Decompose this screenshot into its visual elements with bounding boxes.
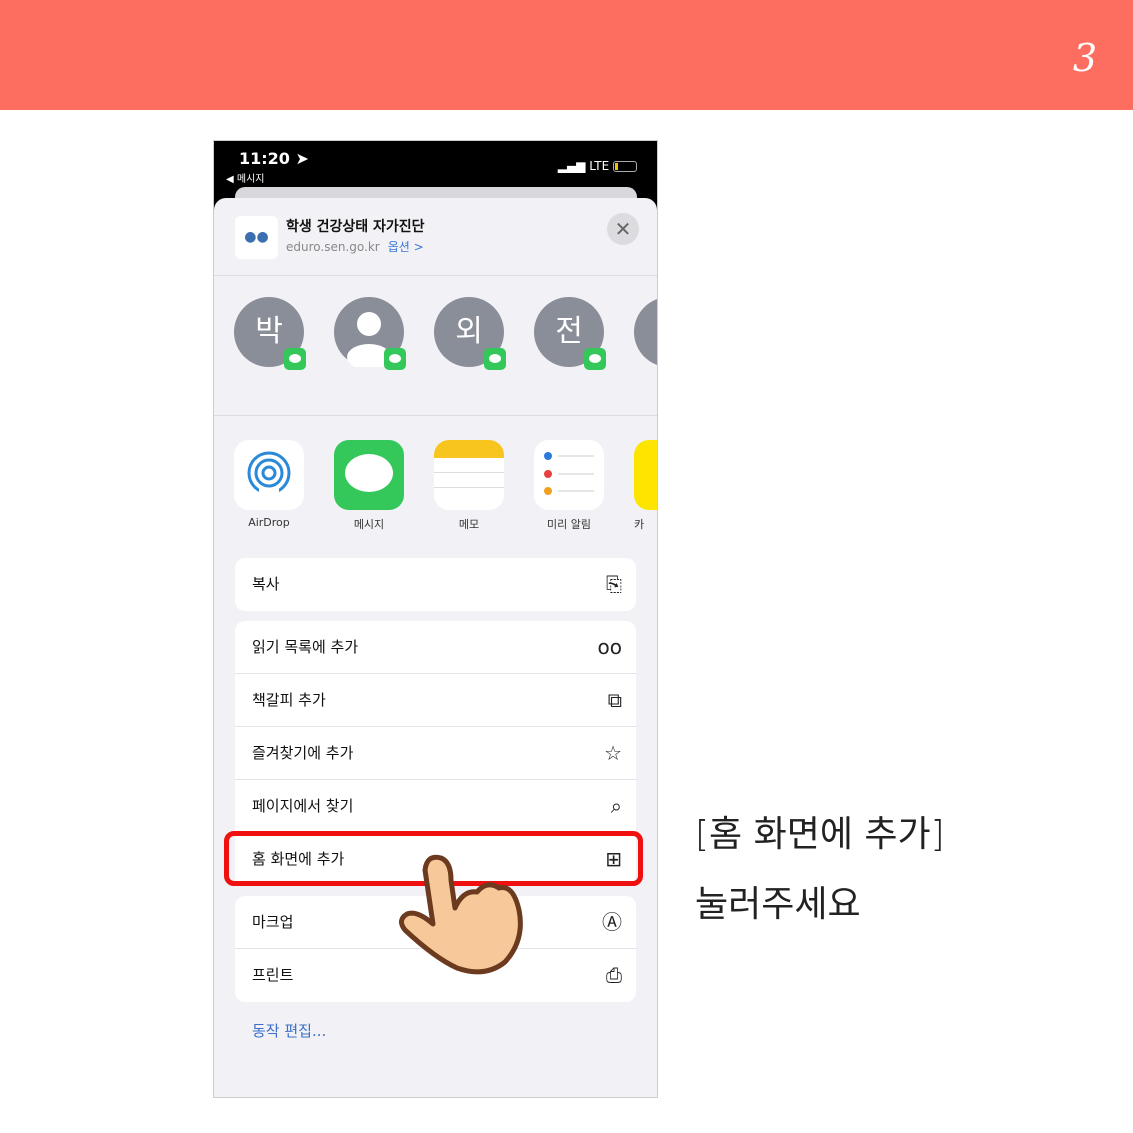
action-add-favorites[interactable]: 즐겨찾기에 추가 ☆ (235, 727, 636, 780)
notes-icon (434, 440, 504, 510)
book-icon: ⧉ (607, 688, 622, 712)
copy-icon: ⎘ (606, 572, 622, 596)
share-url: eduro.sen.go.kr 옵션 > (286, 240, 424, 254)
action-add-bookmark[interactable]: 책갈피 추가 ⧉ (235, 674, 636, 727)
contact-avatar[interactable]: 전 (534, 297, 606, 370)
contact-avatar[interactable]: 외 (434, 297, 506, 370)
messages-badge-icon (584, 348, 606, 370)
messages-badge-icon (484, 348, 506, 370)
messages-badge-icon (384, 348, 406, 370)
network-status: ▂▄▆ LTE (558, 159, 637, 173)
edit-actions-link[interactable]: 동작 편집... (252, 1020, 326, 1041)
site-favicon: ●● (235, 216, 278, 259)
glasses-icon: oo (597, 635, 622, 659)
contact-avatar[interactable]: 박 (234, 297, 306, 370)
action-group: 복사 ⎘ (235, 558, 636, 611)
markup-icon: Ⓐ (602, 910, 622, 934)
app-airdrop[interactable]: AirDrop (234, 440, 304, 529)
back-to-messages[interactable]: ◀ 메시지 (226, 170, 264, 185)
action-find-on-page[interactable]: 페이지에서 찾기 ⌕ (235, 780, 636, 833)
action-copy[interactable]: 복사 ⎘ (235, 558, 636, 611)
instruction-line-1: [홈 화면에 추가] (695, 814, 945, 855)
search-icon: ⌕ (610, 794, 622, 818)
contacts-row: 박 외 전 (214, 276, 657, 416)
close-button[interactable]: ✕ (607, 213, 639, 245)
share-header: ●● 학생 건강상태 자가진단 eduro.sen.go.kr 옵션 > ✕ (214, 198, 657, 276)
options-link[interactable]: 옵션 > (388, 240, 424, 254)
app-notes[interactable]: 메모 (434, 440, 504, 532)
contact-avatar[interactable] (334, 297, 406, 370)
reminders-icon (534, 440, 604, 510)
messages-icon (334, 440, 404, 510)
share-title: 학생 건강상태 자가진단 (286, 219, 425, 235)
header-band: 3 (0, 0, 1133, 110)
printer-icon: ⎙ (606, 963, 622, 987)
kakaotalk-icon (634, 440, 657, 510)
star-icon: ☆ (604, 741, 622, 765)
contact-avatar[interactable] (634, 297, 657, 367)
pointing-hand-icon (399, 854, 523, 975)
apps-row: AirDrop 메시지 메모 미리 알림 카 (214, 416, 657, 546)
page-number: 3 (1072, 36, 1097, 80)
messages-badge-icon (284, 348, 306, 370)
app-reminders[interactable]: 미리 알림 (534, 440, 604, 532)
app-kakaotalk[interactable]: 카 (634, 440, 657, 532)
instruction-line-2: 눌러주세요 (695, 884, 861, 925)
app-messages[interactable]: 메시지 (334, 440, 404, 532)
battery-icon (613, 161, 637, 172)
status-time: 11:20 ➤ (239, 149, 309, 168)
airdrop-icon (234, 440, 304, 510)
action-add-reading-list[interactable]: 읽기 목록에 추가 oo (235, 621, 636, 674)
